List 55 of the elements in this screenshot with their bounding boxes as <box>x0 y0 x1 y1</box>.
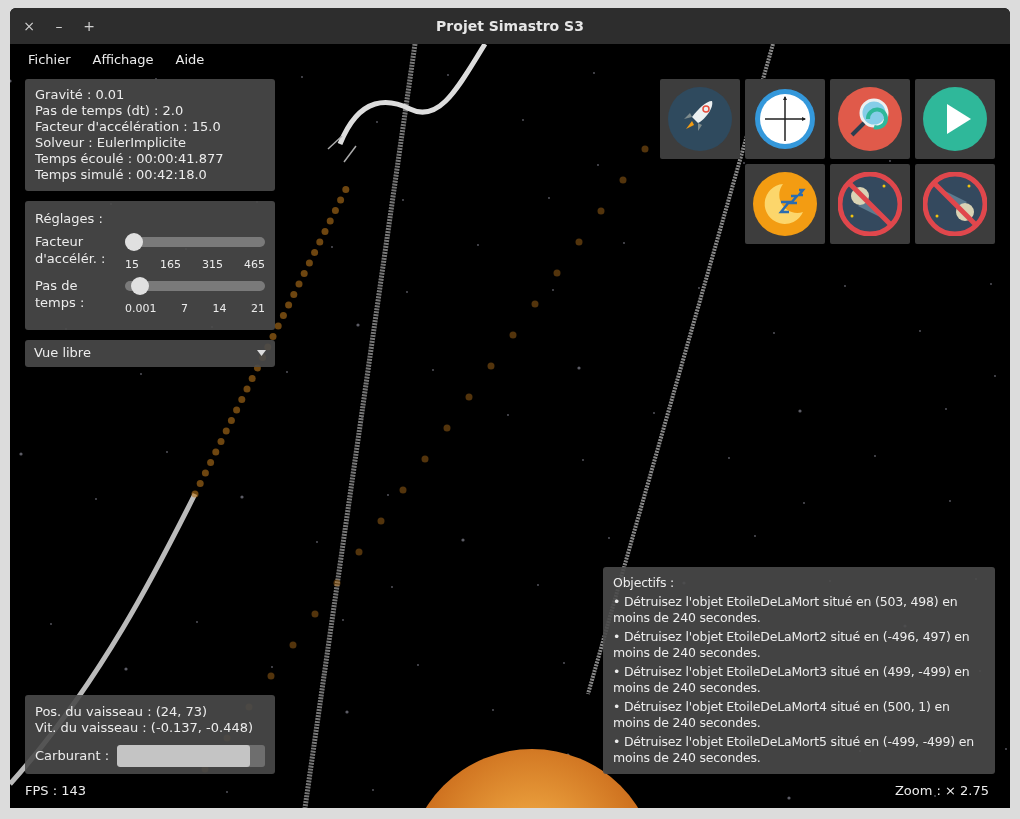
slider-tick-label: 15 <box>125 256 139 273</box>
info-text: Temps écoulé : 00:00:41.877 <box>35 151 225 167</box>
no-asteroid-icon <box>838 172 902 236</box>
objective-text: • Détruisez l'objet EtoileDeLaMort4 situé en (500, 1) en moins de 240 secondes. <box>613 698 951 731</box>
axes-icon <box>753 87 817 151</box>
objective-text: • Détruisez l'objet EtoileDeLaMort3 situé en (499, -499) en moins de 240 secondes. <box>613 663 971 696</box>
toolbar-button[interactable] <box>745 79 825 159</box>
dropdown-arrow-icon <box>257 350 266 356</box>
slider-thumb[interactable] <box>125 232 143 251</box>
no-asteroid-icon <box>923 172 987 236</box>
slider-tick-label: 165 <box>160 256 181 273</box>
fuel-label: Carburant : <box>35 747 110 764</box>
slider-label: Pas de temps : <box>35 277 86 311</box>
slider-tick-label: 465 <box>244 256 265 273</box>
slider-tick-label: 21 <box>251 301 265 317</box>
window-title: Projet Simastro S3 <box>436 16 584 36</box>
slider-tick-label: 0.001 <box>125 301 157 317</box>
window-control-button[interactable]: × <box>22 15 36 37</box>
ship-velocity: Vit. du vaisseau : (-0.137, -0.448) <box>35 719 255 736</box>
objectives-title: Objectifs : <box>613 574 676 591</box>
slider[interactable] <box>125 277 265 295</box>
menu-item[interactable]: Affichage <box>92 50 154 70</box>
magnifier-reset-icon <box>838 87 902 151</box>
fps-counter: FPS : 143 <box>25 781 87 800</box>
toolbar-button[interactable] <box>660 79 740 159</box>
window-control-button[interactable]: – <box>52 15 66 37</box>
moon-sleep-icon <box>753 172 817 236</box>
objective-text: • Détruisez l'objet EtoileDeLaMort5 situé en (-499, -499) en moins de 240 secondes. <box>613 733 975 766</box>
slider-tick-label: 14 <box>212 301 227 317</box>
slider-thumb[interactable] <box>131 277 150 295</box>
slider-label: Facteur d'accélér. : <box>35 232 107 267</box>
menu-item[interactable]: Aide <box>175 50 205 70</box>
toolbar-button[interactable] <box>915 164 995 244</box>
objective-text: • Détruisez l'objet EtoileDeLaMort2 situé en (-496, 497) en moins de 240 secondes. <box>613 628 971 661</box>
window-control-button[interactable]: + <box>82 15 96 37</box>
toolbar-button[interactable] <box>745 164 825 244</box>
view-dropdown[interactable]: Vue libre <box>25 339 275 367</box>
slider-tick-label: 315 <box>202 256 223 273</box>
info-text: Facteur d'accélération : 15.0 <box>35 119 222 135</box>
info-text: Gravité : 0.01 <box>35 87 126 103</box>
info-text: Pas de temps (dt) : 2.0 <box>35 103 185 119</box>
play-icon <box>923 87 987 151</box>
settings-title: Réglages : <box>35 211 103 226</box>
ship-position: Pos. du vaisseau : (24, 73) <box>35 703 209 720</box>
zoom-level: Zoom : × 2.75 <box>894 781 989 800</box>
rocket-icon <box>668 87 732 151</box>
toolbar-button[interactable] <box>915 79 995 159</box>
slider[interactable] <box>125 232 265 251</box>
toolbar-button[interactable] <box>830 79 910 159</box>
toolbar-button[interactable] <box>830 164 910 244</box>
info-text: Solveur : EulerImplicite <box>35 135 187 151</box>
slider-tick-label: 7 <box>181 301 188 317</box>
objective-text: • Détruisez l'objet EtoileDeLaMort situé en (503, 498) en moins de 240 secondes. <box>613 593 959 626</box>
info-text: Temps simulé : 00:42:18.0 <box>35 167 208 183</box>
menu-item[interactable]: Fichier <box>28 50 71 70</box>
